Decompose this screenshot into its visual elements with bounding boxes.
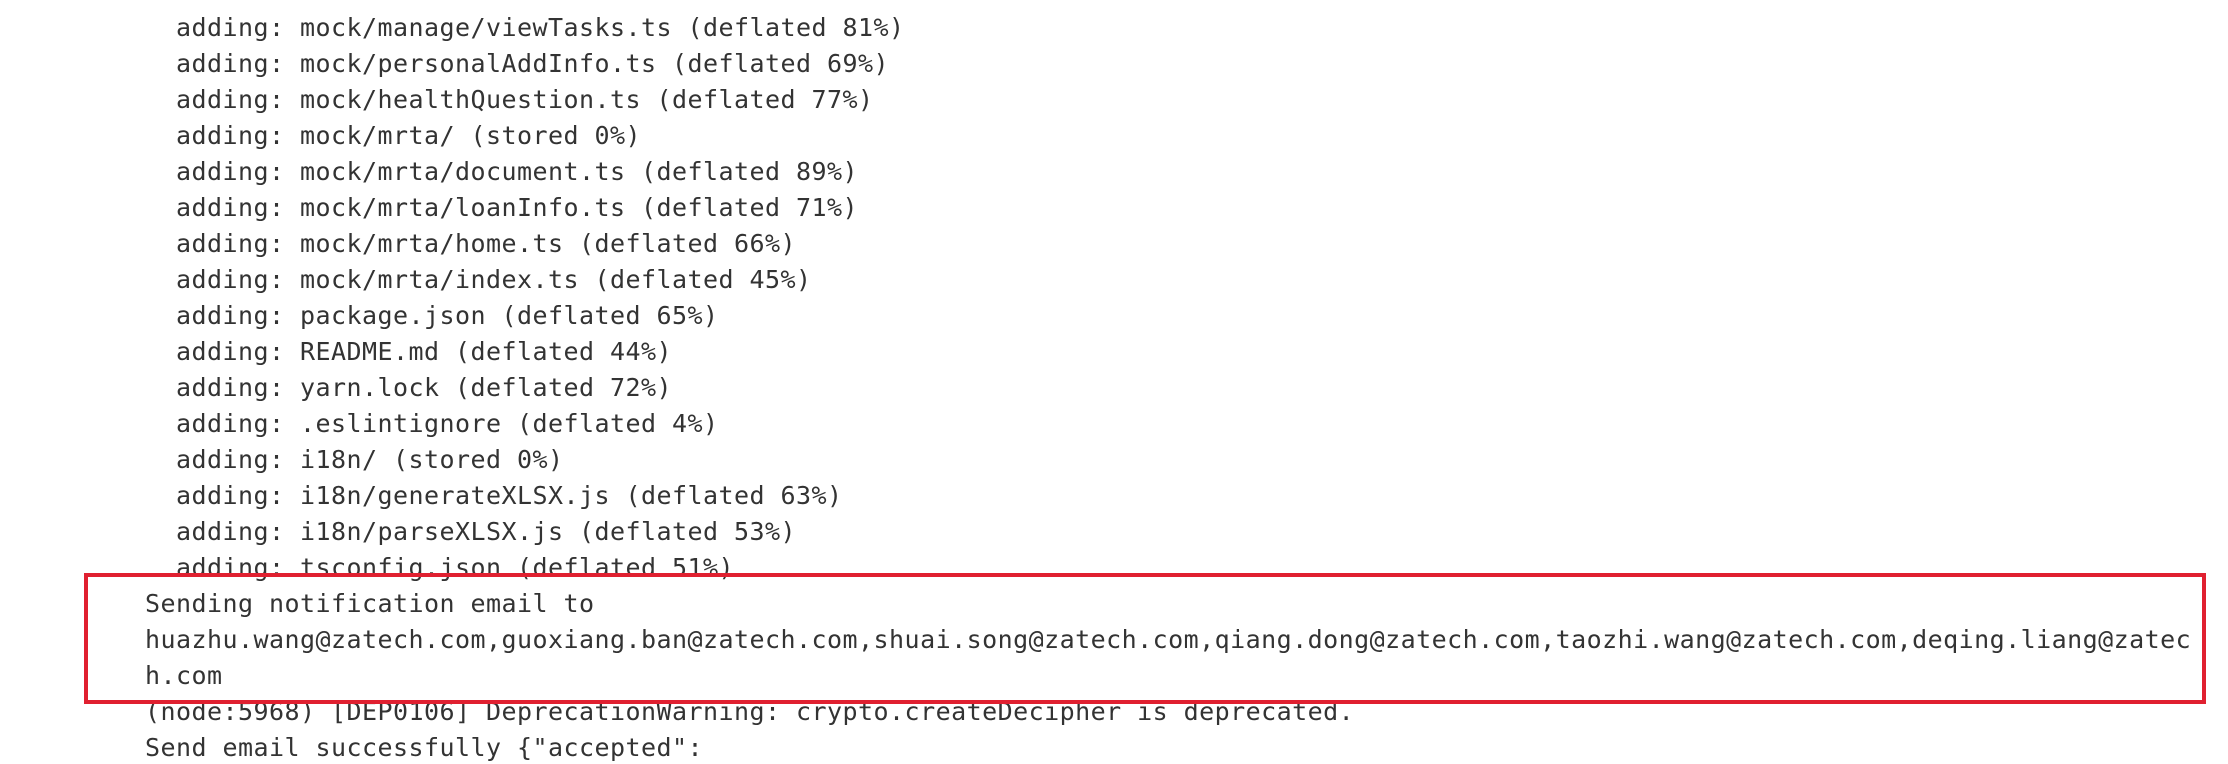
log-line: adding: i18n/ (stored 0%) xyxy=(176,445,564,474)
log-line: adding: mock/mrta/ (stored 0%) xyxy=(176,121,642,150)
log-line: adding: mock/mrta/index.ts (deflated 45%… xyxy=(176,265,812,294)
log-line: adding: i18n/generateXLSX.js (deflated 6… xyxy=(176,481,843,510)
log-line: adding: mock/mrta/document.ts (deflated … xyxy=(176,157,859,186)
deprecation-warning-line: (node:5968) [DEP0106] DeprecationWarning… xyxy=(145,697,1355,726)
recipients-line: huazhu.wang@zatech.com,guoxiang.ban@zate… xyxy=(145,625,2192,654)
send-result-line: Send email successfully {"accepted": xyxy=(145,733,704,762)
log-line: adding: mock/personalAddInfo.ts (deflate… xyxy=(176,49,890,78)
log-line: adding: package.json (deflated 65%) xyxy=(176,301,719,330)
log-line: adding: tsconfig.json (deflated 51%) xyxy=(176,553,735,582)
log-line: adding: README.md (deflated 44%) xyxy=(176,337,673,366)
notification-line: Sending notification email to xyxy=(145,589,595,618)
recipients-line-continued: h.com xyxy=(145,661,223,690)
log-line: adding: mock/manage/viewTasks.ts (deflat… xyxy=(176,13,905,42)
log-line: adding: yarn.lock (deflated 72%) xyxy=(176,373,673,402)
log-line: adding: i18n/parseXLSX.js (deflated 53%) xyxy=(176,517,797,546)
log-line: adding: mock/mrta/home.ts (deflated 66%) xyxy=(176,229,797,258)
log-line: adding: mock/mrta/loanInfo.ts (deflated … xyxy=(176,193,859,222)
console-output: adding: mock/manage/viewTasks.ts (deflat… xyxy=(0,0,2228,764)
log-line: adding: .eslintignore (deflated 4%) xyxy=(176,409,719,438)
log-line: adding: mock/healthQuestion.ts (deflated… xyxy=(176,85,874,114)
